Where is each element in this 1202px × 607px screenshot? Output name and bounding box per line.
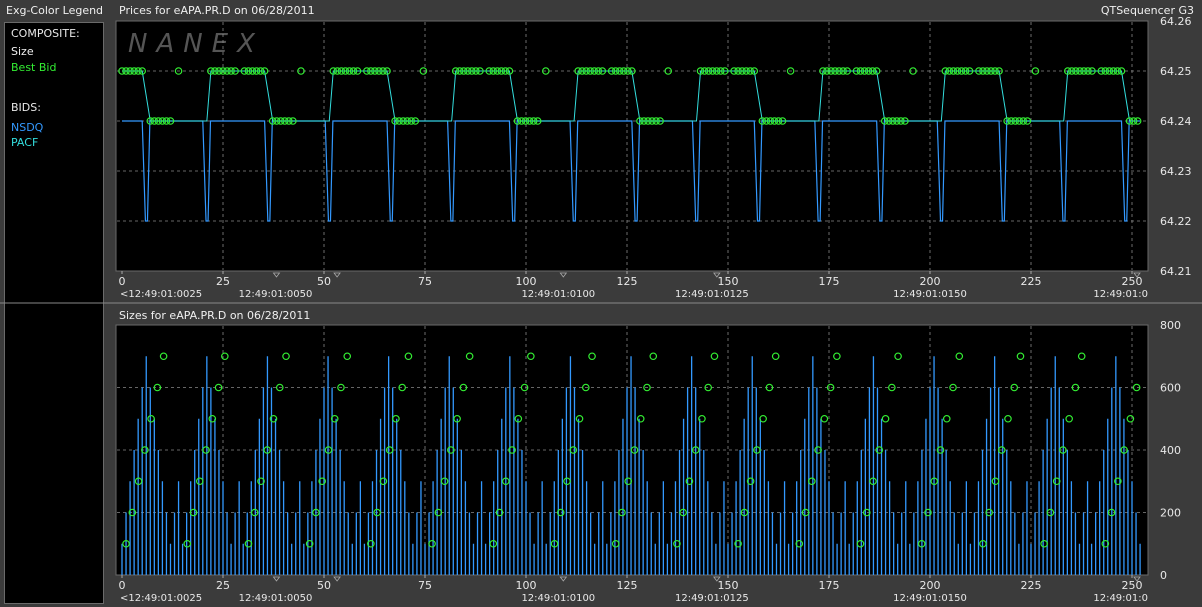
x-tick-label: 225 (1021, 579, 1042, 592)
time-label: 12:49:01:0050 (239, 289, 313, 300)
x-tick-label: 100 (516, 579, 537, 592)
x-tick-label: 150 (718, 275, 739, 288)
time-label: 12:49:01:0125 (675, 289, 749, 300)
time-label: 12:49:01:0150 (893, 593, 967, 604)
time-label: 12:49:01:0 (1093, 289, 1148, 300)
x-tick-label: 75 (418, 579, 432, 592)
size-chart-title: Sizes for eAPA.PR.D on 06/28/2011 (119, 309, 311, 322)
time-label: 12:49:01:0100 (521, 593, 595, 604)
scroll-caret (272, 272, 281, 278)
x-tick-label: 125 (617, 579, 638, 592)
x-tick-label: 25 (216, 275, 230, 288)
time-label: <12:49:01:0025 (120, 593, 202, 604)
x-tick-label: 175 (819, 275, 840, 288)
x-tick-label: 125 (617, 275, 638, 288)
x-tick-label: 175 (819, 579, 840, 592)
x-tick-label: 200 (920, 275, 941, 288)
x-tick-label: 25 (216, 579, 230, 592)
y-tick-label: 800 (1160, 319, 1181, 332)
scroll-caret (559, 272, 568, 278)
x-tick-label: 0 (119, 275, 126, 288)
scroll-caret (272, 576, 281, 582)
x-tick-label: 0 (119, 579, 126, 592)
y-tick-label: 64.26 (1160, 15, 1192, 28)
x-tick-label: 50 (317, 579, 331, 592)
x-tick-label: 100 (516, 275, 537, 288)
time-label: 12:49:01:0125 (675, 593, 749, 604)
y-tick-label: 200 (1160, 507, 1181, 520)
x-tick-label: 225 (1021, 275, 1042, 288)
y-tick-label: 64.21 (1160, 265, 1192, 278)
y-tick-label: 64.23 (1160, 165, 1192, 178)
price-plot-area (115, 20, 1149, 272)
chart-svg: NANEX 64.21 64.22 64.23 64.24 64.25 64.26 0 25 5… (0, 15, 1202, 604)
x-tick-label: 250 (1122, 275, 1143, 288)
y-tick-label: 64.22 (1160, 215, 1192, 228)
time-label: <12:49:01:0025 (120, 289, 202, 300)
y-tick-label: 0 (1160, 569, 1167, 582)
nanex-watermark: NANEX (128, 29, 264, 59)
time-label: 12:49:01:0150 (893, 289, 967, 300)
x-tick-label: 150 (718, 579, 739, 592)
scroll-caret (333, 576, 341, 582)
y-tick-label: 64.25 (1160, 65, 1192, 78)
y-tick-label: 400 (1160, 444, 1181, 457)
scroll-caret (559, 576, 568, 582)
scroll-caret (333, 272, 341, 278)
x-tick-label: 200 (920, 579, 941, 592)
x-tick-label: 250 (1122, 579, 1143, 592)
time-label: 12:49:01:0100 (521, 289, 595, 300)
y-tick-label: 64.24 (1160, 115, 1192, 128)
y-tick-label: 600 (1160, 382, 1181, 395)
time-label: 12:49:01:0 (1093, 593, 1148, 604)
time-label: 12:49:01:0050 (239, 593, 313, 604)
x-tick-label: 50 (317, 275, 331, 288)
x-tick-label: 75 (418, 275, 432, 288)
